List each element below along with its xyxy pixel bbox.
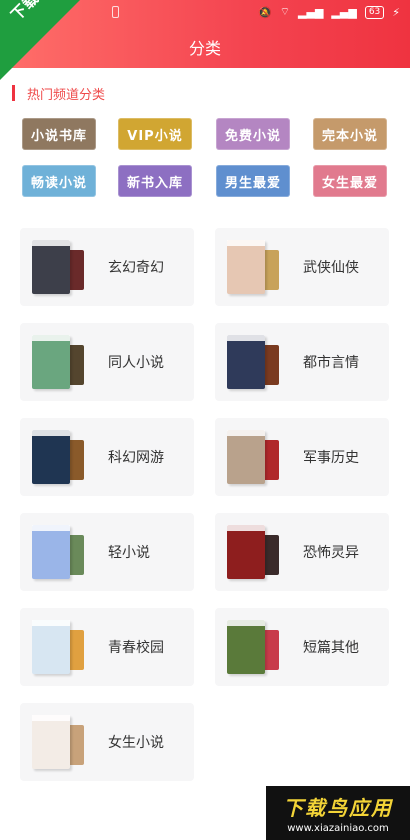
cover-badge-strip: [32, 525, 70, 531]
cover-badge-strip: [32, 430, 70, 436]
cover-badge-strip: [227, 525, 265, 531]
category-label: 女生小说: [108, 735, 164, 751]
book-cover: [32, 620, 70, 674]
book-cover-stack: [32, 715, 84, 769]
brand-name: 下载鸟应用: [283, 796, 393, 820]
book-cover-stack: [227, 430, 279, 484]
cover-badge-strip: [227, 430, 265, 436]
section-title: 热门频道分类: [27, 87, 106, 103]
book-cover: [32, 525, 70, 579]
book-cover: [227, 240, 265, 294]
category-card[interactable]: 军事历史: [215, 418, 389, 496]
category-card[interactable]: 恐怖灵异: [215, 513, 389, 591]
channel-tag[interactable]: 新书入库: [118, 165, 192, 197]
status-icons: 🔕 ⌔ ▂▄▆ ▂▄▆ 63 ⚡: [258, 5, 400, 19]
category-card[interactable]: 短篇其他: [215, 608, 389, 686]
book-cover-stack: [32, 335, 84, 389]
book-cover-stack: [32, 240, 84, 294]
book-cover-stack: [227, 525, 279, 579]
channel-tag[interactable]: 畅读小说: [22, 165, 96, 197]
book-cover-stack: [227, 240, 279, 294]
book-cover-stack: [227, 335, 279, 389]
section-header: 热门频道分类: [12, 84, 106, 103]
book-cover-back: [263, 535, 279, 575]
book-cover: [227, 430, 265, 484]
channel-tag[interactable]: 免费小说: [216, 118, 290, 150]
battery-indicator: 63: [364, 5, 385, 19]
cover-badge-strip: [32, 715, 70, 721]
section-accent-bar: [12, 85, 15, 101]
category-card[interactable]: 武侠仙侠: [215, 228, 389, 306]
book-cover-back: [68, 630, 84, 670]
bluetooth-icon: [112, 6, 119, 18]
charging-icon: ⚡: [392, 5, 400, 19]
book-cover-back: [68, 535, 84, 575]
book-cover: [32, 430, 70, 484]
signal-icon: ▂▄▆: [298, 5, 324, 19]
category-label: 武侠仙侠: [303, 260, 359, 276]
cover-badge-strip: [227, 240, 265, 246]
channel-tag[interactable]: 小说书库: [22, 118, 96, 150]
category-label: 短篇其他: [303, 640, 359, 656]
book-cover: [227, 335, 265, 389]
category-label: 恐怖灵异: [303, 545, 359, 561]
category-card[interactable]: 同人小说: [20, 323, 194, 401]
cover-badge-strip: [32, 240, 70, 246]
category-label: 玄幻奇幻: [108, 260, 164, 276]
category-card[interactable]: 轻小说: [20, 513, 194, 591]
cover-badge-strip: [227, 335, 265, 341]
category-label: 青春校园: [108, 640, 164, 656]
book-cover: [32, 715, 70, 769]
book-cover-back: [263, 630, 279, 670]
brand-url: www.xiazainiao.com: [287, 823, 389, 834]
book-cover-back: [263, 345, 279, 385]
book-cover: [227, 620, 265, 674]
category-label: 科幻网游: [108, 450, 164, 466]
cover-badge-strip: [32, 620, 70, 626]
book-cover-back: [68, 345, 84, 385]
book-cover: [227, 525, 265, 579]
channel-tag[interactable]: 完本小说: [313, 118, 387, 150]
book-cover: [32, 240, 70, 294]
category-label: 军事历史: [303, 450, 359, 466]
book-cover-stack: [32, 430, 84, 484]
category-card[interactable]: 青春校园: [20, 608, 194, 686]
book-cover-back: [68, 440, 84, 480]
brand-watermark: 下载鸟应用 www.xiazainiao.com: [266, 786, 410, 840]
cover-badge-strip: [227, 620, 265, 626]
category-card[interactable]: 科幻网游: [20, 418, 194, 496]
book-cover-back: [263, 250, 279, 290]
book-cover-stack: [32, 525, 84, 579]
book-cover-back: [68, 725, 84, 765]
book-cover-stack: [227, 620, 279, 674]
category-label: 同人小说: [108, 355, 164, 371]
wifi-icon: ⌔: [279, 5, 291, 18]
category-card[interactable]: 都市言情: [215, 323, 389, 401]
category-label: 轻小说: [108, 545, 150, 561]
category-label: 都市言情: [303, 355, 359, 371]
book-cover-back: [263, 440, 279, 480]
category-card[interactable]: 女生小说: [20, 703, 194, 781]
channel-tag[interactable]: 女生最爱: [313, 165, 387, 197]
cover-badge-strip: [32, 335, 70, 341]
book-cover-stack: [32, 620, 84, 674]
book-cover-back: [68, 250, 84, 290]
mute-icon: 🔕: [257, 5, 272, 19]
signal-2-icon: ▂▄▆: [331, 5, 357, 19]
channel-tag[interactable]: VIP小说: [118, 118, 192, 150]
channel-tag[interactable]: 男生最爱: [216, 165, 290, 197]
category-card[interactable]: 玄幻奇幻: [20, 228, 194, 306]
book-cover: [32, 335, 70, 389]
